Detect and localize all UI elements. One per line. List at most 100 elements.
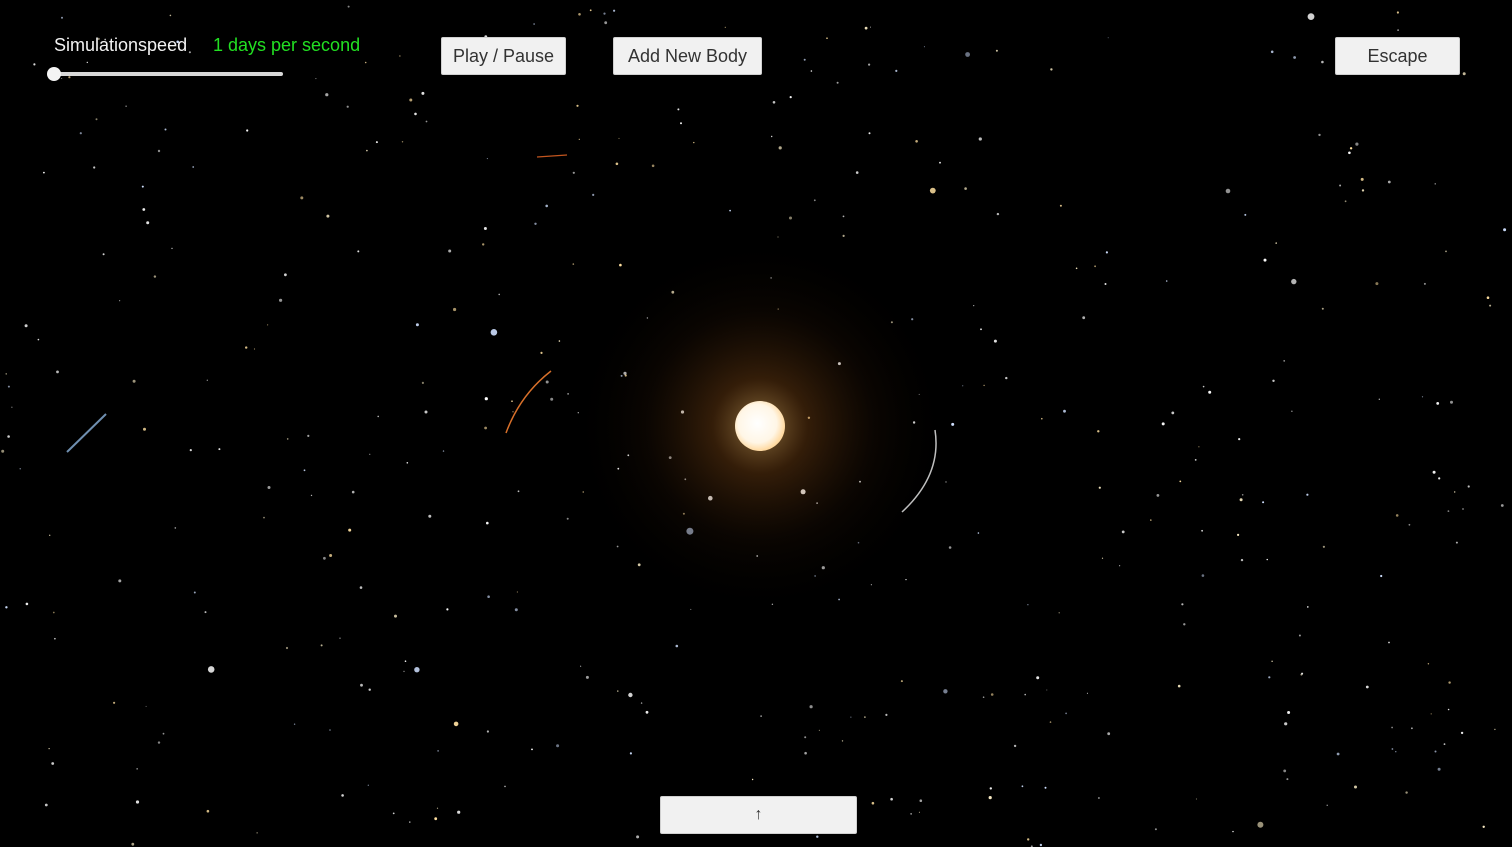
- star: [284, 273, 287, 277]
- star: [1027, 838, 1030, 841]
- star: [1423, 282, 1426, 285]
- star: [1434, 750, 1437, 753]
- star: [1232, 830, 1234, 833]
- simulation-speed-slider-thumb[interactable]: [47, 67, 61, 81]
- star: [49, 534, 51, 536]
- star: [870, 584, 873, 586]
- star: [618, 137, 620, 139]
- star: [871, 801, 875, 805]
- star: [143, 427, 146, 431]
- star: [61, 78, 63, 79]
- star: [1266, 558, 1268, 561]
- star: [729, 209, 731, 212]
- star: [1455, 541, 1458, 544]
- star: [206, 809, 210, 813]
- star: [1408, 523, 1411, 526]
- star: [406, 462, 409, 464]
- simulation-speed-slider[interactable]: [54, 72, 283, 76]
- star: [572, 171, 575, 174]
- star: [973, 305, 975, 307]
- star: [1460, 731, 1464, 735]
- star: [437, 750, 439, 752]
- star: [86, 61, 89, 64]
- star: [132, 379, 136, 383]
- star: [1482, 825, 1485, 828]
- star: [690, 608, 692, 610]
- star: [339, 637, 341, 639]
- star: [286, 438, 289, 440]
- star: [760, 715, 762, 717]
- star: [962, 385, 964, 387]
- star: [428, 514, 432, 518]
- star: [285, 646, 289, 650]
- star: [315, 78, 317, 80]
- star: [1291, 410, 1293, 412]
- star: [1198, 446, 1200, 448]
- star: [910, 813, 912, 815]
- star: [512, 411, 514, 413]
- star: [1322, 545, 1325, 548]
- star: [617, 690, 619, 692]
- star: [56, 370, 59, 374]
- star: [142, 208, 146, 211]
- star: [483, 227, 487, 230]
- star: [293, 723, 296, 725]
- star: [1307, 13, 1315, 20]
- star: [79, 132, 82, 135]
- star: [864, 716, 866, 718]
- star: [628, 692, 633, 698]
- star: [1195, 798, 1197, 800]
- star: [52, 611, 55, 614]
- star: [118, 579, 122, 583]
- star: [531, 748, 533, 751]
- sun[interactable]: [735, 401, 785, 451]
- star: [1344, 200, 1347, 203]
- star: [1361, 189, 1365, 192]
- star: [54, 637, 56, 640]
- escape-button[interactable]: Escape: [1335, 37, 1460, 75]
- star: [188, 51, 191, 54]
- star: [1454, 491, 1456, 493]
- simulation-speed-label: Simulationspeed: [54, 35, 188, 55]
- space-scene[interactable]: [0, 0, 1512, 847]
- star: [1240, 558, 1244, 562]
- star: [929, 187, 936, 194]
- star: [1432, 470, 1436, 474]
- star: [1237, 533, 1240, 537]
- star: [267, 324, 269, 326]
- star: [351, 490, 355, 494]
- star: [1494, 728, 1496, 731]
- star: [864, 26, 868, 30]
- star: [1107, 37, 1109, 39]
- play-pause-button[interactable]: Play / Pause: [441, 37, 566, 75]
- star: [948, 546, 952, 549]
- star: [192, 166, 195, 168]
- star: [1119, 565, 1121, 567]
- star: [1336, 752, 1340, 756]
- add-new-body-button[interactable]: Add New Body: [613, 37, 762, 75]
- star: [325, 93, 329, 97]
- star: [809, 705, 813, 709]
- star: [1238, 438, 1241, 441]
- star: [576, 104, 579, 107]
- star: [1405, 791, 1408, 794]
- up-arrow-button[interactable]: ↑: [660, 796, 857, 834]
- star: [982, 696, 985, 698]
- star: [651, 164, 655, 168]
- star: [207, 666, 215, 673]
- star: [778, 146, 782, 150]
- star: [1486, 296, 1490, 300]
- star: [490, 329, 498, 336]
- star: [603, 12, 606, 15]
- star: [1262, 501, 1265, 504]
- star: [436, 807, 439, 809]
- star: [7, 435, 10, 438]
- star: [425, 120, 428, 123]
- star: [1380, 574, 1383, 578]
- star: [1097, 797, 1100, 799]
- star: [1024, 693, 1026, 696]
- star: [414, 667, 420, 673]
- star: [1244, 213, 1247, 216]
- star: [1275, 242, 1277, 244]
- star: [534, 222, 537, 225]
